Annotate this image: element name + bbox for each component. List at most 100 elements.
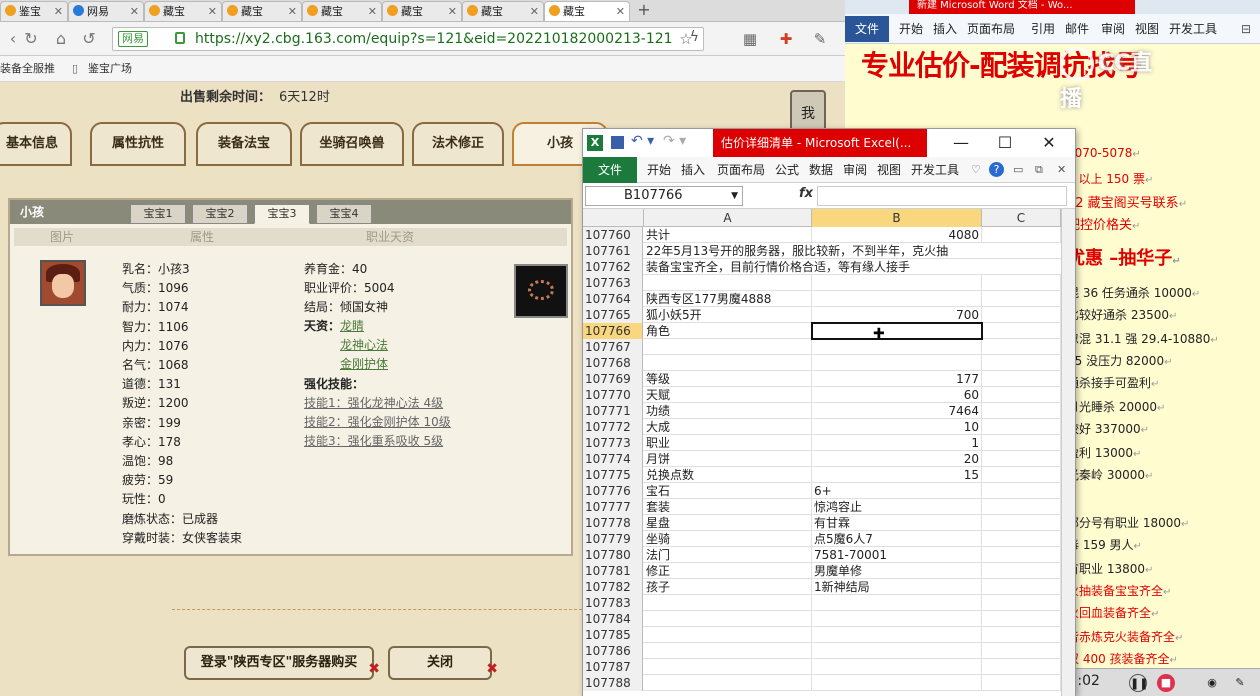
word-menu-insert[interactable]: 插入 bbox=[933, 16, 957, 42]
cell-c[interactable] bbox=[982, 579, 1061, 595]
word-menu-mailings[interactable]: 邮件 bbox=[1065, 16, 1089, 42]
cell-a[interactable]: 22年5月13号开的服务器，服比较新，不到半年，克火抽 bbox=[644, 243, 984, 259]
camera-icon[interactable]: ◉ bbox=[1203, 674, 1221, 692]
cell-a[interactable]: 兑换点数 bbox=[644, 467, 812, 483]
save-icon[interactable] bbox=[611, 136, 624, 149]
cell-b[interactable]: 6+ bbox=[812, 483, 982, 499]
refresh-icon[interactable]: ↻ bbox=[20, 29, 42, 49]
cell-c[interactable] bbox=[982, 627, 1061, 643]
row-number[interactable]: 107770 bbox=[583, 387, 643, 403]
undo-close-tab-icon[interactable]: ↺ bbox=[78, 29, 100, 49]
cell-c[interactable] bbox=[982, 659, 1061, 675]
cell-b[interactable] bbox=[812, 611, 982, 627]
stop-icon[interactable]: ■ bbox=[1157, 674, 1175, 692]
row-number[interactable]: 107773 bbox=[583, 435, 643, 451]
workbook-minimize-icon[interactable]: ▭ bbox=[1013, 157, 1023, 183]
cell-b[interactable]: 4080 bbox=[812, 227, 982, 243]
talent-link[interactable]: 龙睛 bbox=[340, 317, 364, 336]
cell-a[interactable]: 修正 bbox=[644, 563, 812, 579]
excel-menu-formulas[interactable]: 公式 bbox=[775, 157, 799, 183]
cell-a[interactable]: 天赋 bbox=[644, 387, 812, 403]
word-menu-review[interactable]: 审阅 bbox=[1101, 16, 1125, 42]
url-text[interactable]: https://xy2.cbg.163.com/equip?s=121&eid=… bbox=[195, 30, 675, 48]
row-number[interactable]: 107764 bbox=[583, 291, 643, 307]
cell-c[interactable] bbox=[982, 643, 1061, 659]
close-button[interactable]: 关闭 ✖ bbox=[388, 646, 498, 680]
pause-icon[interactable]: ❚❚ bbox=[1129, 674, 1148, 692]
star-icon[interactable]: ☆ bbox=[676, 29, 696, 49]
cell-c[interactable] bbox=[982, 595, 1061, 611]
cell-b[interactable]: 惊鸿容止 bbox=[812, 499, 982, 515]
cell-b[interactable] bbox=[812, 355, 982, 371]
cell-c[interactable] bbox=[982, 403, 1061, 419]
row-number[interactable]: 107767 bbox=[583, 339, 643, 355]
cell-a[interactable]: 共计 bbox=[644, 227, 812, 243]
row-number[interactable]: 107768 bbox=[583, 355, 643, 371]
cell-c[interactable] bbox=[982, 451, 1061, 467]
cell-c[interactable] bbox=[982, 547, 1061, 563]
browser-tab[interactable]: 网易 ✕ bbox=[68, 1, 144, 21]
cell-a[interactable]: 坐骑 bbox=[644, 531, 812, 547]
row-number[interactable]: 107762 bbox=[583, 259, 643, 275]
cell-b[interactable] bbox=[812, 627, 982, 643]
row-number[interactable]: 107763 bbox=[583, 275, 643, 291]
row-number[interactable]: 107779 bbox=[583, 531, 643, 547]
cell-a[interactable]: 宝石 bbox=[644, 483, 812, 499]
cell-a[interactable]: 等级 bbox=[644, 371, 812, 387]
cell-a[interactable]: 套装 bbox=[644, 499, 812, 515]
skill-link[interactable]: 技能1：强化龙神心法 4级 bbox=[304, 394, 443, 413]
browser-tab[interactable]: 藏宝 ✕ bbox=[222, 1, 302, 21]
column-header-b[interactable]: B bbox=[812, 209, 982, 227]
cell-a[interactable]: 大成 bbox=[644, 419, 812, 435]
word-menu-layout[interactable]: 页面布局 bbox=[967, 16, 1015, 42]
row-number[interactable]: 107787 bbox=[583, 659, 643, 675]
column-header-c[interactable]: C bbox=[982, 209, 1061, 227]
skill-link[interactable]: 技能3：强化重系吸收 5级 bbox=[304, 432, 443, 451]
word-minimize-ribbon-icon[interactable]: ⊟ bbox=[1241, 16, 1251, 42]
tab-attributes[interactable]: 属性抗性 bbox=[90, 122, 186, 166]
pen-icon[interactable]: ✎ bbox=[1231, 674, 1249, 692]
row-number[interactable]: 107784 bbox=[583, 611, 643, 627]
cell-c[interactable] bbox=[982, 483, 1061, 499]
browser-tab[interactable]: 藏宝 ✕ bbox=[382, 1, 462, 21]
cell-a[interactable] bbox=[644, 355, 812, 371]
game-icon[interactable]: ✚ bbox=[776, 29, 796, 49]
workbook-restore-icon[interactable]: ⧉ bbox=[1035, 157, 1043, 183]
cell-a[interactable]: 职业 bbox=[644, 435, 812, 451]
cell-b[interactable]: 60 bbox=[812, 387, 982, 403]
subtab-baby2[interactable]: 宝宝2 bbox=[192, 204, 248, 224]
browser-tab[interactable]: 藏宝 ✕ bbox=[462, 1, 544, 21]
cell-a[interactable]: 月饼 bbox=[644, 451, 812, 467]
cell-b[interactable]: 177 bbox=[812, 371, 982, 387]
tab-close-icon[interactable]: ✕ bbox=[130, 2, 139, 21]
browser-tab[interactable]: 鉴宝 ✕ bbox=[0, 1, 68, 21]
browser-tab[interactable]: 藏宝 ✕ bbox=[544, 1, 630, 21]
cell-c[interactable] bbox=[982, 467, 1061, 483]
cell-a[interactable]: 孩子 bbox=[644, 579, 812, 595]
cell-c[interactable] bbox=[982, 531, 1061, 547]
word-file-tab[interactable]: 文件 bbox=[845, 16, 889, 42]
cell-c[interactable] bbox=[982, 291, 1061, 307]
cell-c[interactable] bbox=[982, 435, 1061, 451]
cell-b[interactable]: 点5魔6人7 bbox=[812, 531, 982, 547]
talent-link[interactable]: 龙神心法 bbox=[340, 336, 388, 355]
row-number[interactable]: 107776 bbox=[583, 483, 643, 499]
close-icon[interactable]: ✕ bbox=[1029, 129, 1069, 157]
browser-tab[interactable]: 藏宝 ✕ bbox=[302, 1, 382, 21]
cell-a[interactable] bbox=[644, 611, 812, 627]
cell-c[interactable] bbox=[982, 323, 1061, 339]
word-menu-view[interactable]: 视图 bbox=[1135, 16, 1159, 42]
row-number[interactable]: 107769 bbox=[583, 371, 643, 387]
tab-close-icon[interactable]: ✕ bbox=[448, 2, 457, 21]
row-number[interactable]: 107766 bbox=[583, 323, 643, 339]
cell-a[interactable] bbox=[644, 643, 812, 659]
row-number[interactable]: 107761 bbox=[583, 243, 643, 259]
cell-c[interactable] bbox=[982, 387, 1061, 403]
cell-c[interactable] bbox=[982, 339, 1061, 355]
cell-c[interactable] bbox=[982, 419, 1061, 435]
subtab-baby4[interactable]: 宝宝4 bbox=[316, 204, 372, 224]
home-icon[interactable]: ⌂ bbox=[50, 29, 72, 49]
cell-b[interactable]: 7464 bbox=[812, 403, 982, 419]
cell-b[interactable] bbox=[812, 675, 982, 691]
cell-c[interactable] bbox=[982, 675, 1061, 691]
